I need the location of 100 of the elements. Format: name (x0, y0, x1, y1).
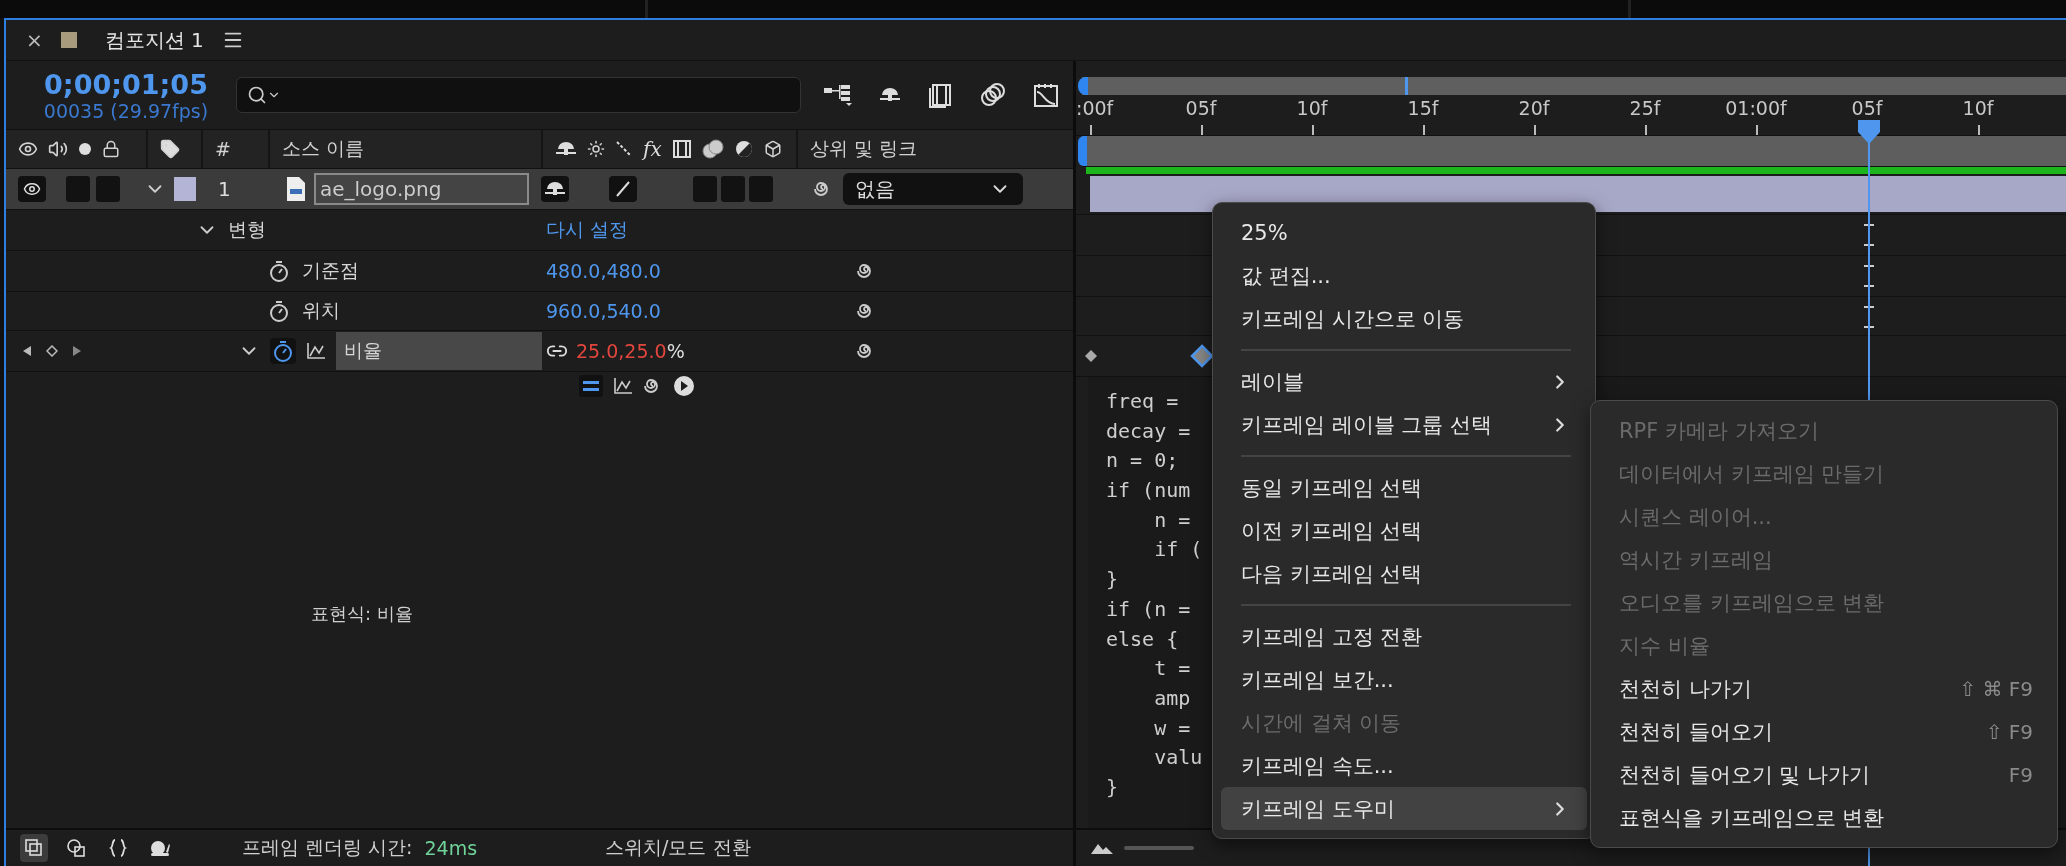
menu-item[interactable]: 키프레임 도우미 (1221, 787, 1587, 830)
cube-icon (763, 140, 782, 158)
keyframe-icon[interactable] (1084, 349, 1098, 363)
menu-item[interactable]: 이전 키프레임 선택 (1221, 509, 1587, 552)
property-name[interactable]: 변형 (228, 217, 266, 243)
stopwatch-icon[interactable] (270, 338, 296, 364)
keyframe-icon[interactable] (1190, 344, 1214, 368)
column-header: # (215, 138, 231, 160)
switch-mode-toggle[interactable]: 스위치/모드 전환 (605, 835, 751, 861)
shy-switch[interactable] (541, 176, 569, 202)
tag-icon[interactable] (160, 139, 180, 159)
blend-icon (66, 838, 86, 858)
frame-count: 00035 (29.97fps) (43, 99, 209, 122)
code-line: else { (1106, 625, 1179, 653)
eye-icon[interactable] (18, 139, 38, 159)
layer-row[interactable]: 1 ae_logo.png 없음 (6, 169, 1073, 210)
reset-link[interactable]: 다시 설정 (546, 217, 629, 243)
switch-box[interactable] (693, 176, 717, 202)
visibility-toggle[interactable] (18, 176, 46, 202)
quality-switch[interactable] (609, 176, 637, 202)
menu-item[interactable]: 다음 키프레임 선택 (1221, 552, 1587, 595)
half-circle-icon (733, 139, 754, 159)
graph-icon[interactable] (306, 342, 326, 360)
previous-keyframe-icon[interactable] (22, 345, 32, 357)
shortcut-label: F9 (2008, 762, 2033, 787)
code-line: if (n = (1106, 595, 1191, 623)
menu-item[interactable]: 키프레임 속도... (1221, 744, 1587, 787)
property-value[interactable]: 960.0,540.0 (546, 300, 661, 322)
layers-icon (24, 838, 44, 858)
switch-box[interactable] (749, 176, 773, 202)
keyframe-diamond-icon[interactable] (46, 345, 58, 357)
shy-layers-icon[interactable] (879, 86, 901, 104)
shy-icon (544, 180, 566, 198)
menu-item[interactable]: 키프레임 보간... (1221, 658, 1587, 701)
menu-item[interactable]: 25% (1221, 211, 1587, 254)
menu-item[interactable]: 천천히 나가기 ⇧ ⌘ F9 (1599, 667, 2049, 710)
layer-name-field[interactable]: ae_logo.png (314, 173, 529, 205)
label-swatch[interactable] (174, 177, 196, 201)
graph-editor-icon[interactable] (1033, 82, 1059, 108)
shy-icon (555, 140, 577, 158)
ruler-label: 15f (1407, 97, 1439, 119)
expression-label: 표현식: 비율 (311, 602, 413, 626)
switch-box[interactable] (96, 176, 120, 202)
eye-icon (23, 180, 41, 198)
ruler-label: 05f (1851, 97, 1883, 119)
play-circle-icon[interactable] (673, 375, 695, 397)
lock-icon[interactable] (102, 140, 120, 158)
render-time-value: 24ms (424, 837, 478, 859)
ruler-label: 25f (1629, 97, 1661, 119)
menu-item[interactable]: 값 편집... (1221, 254, 1587, 297)
overlapping-circles-icon[interactable] (979, 82, 1007, 108)
search-field[interactable] (236, 77, 801, 113)
ruler-label: 01:00f (1725, 97, 1787, 119)
menu-item[interactable]: 표현식을 키프레임으로 변환 (1599, 796, 2049, 839)
switch-box[interactable] (66, 176, 90, 202)
code-line: t = (1153, 655, 1191, 683)
code-line: decay = (1106, 417, 1191, 445)
dot-icon[interactable] (78, 142, 92, 156)
code-line: if ( (1153, 536, 1203, 564)
shortcut-label: ⇧ ⌘ F9 (1959, 676, 2033, 701)
film-strip-icon[interactable] (927, 82, 953, 108)
close-button[interactable]: × (26, 28, 43, 52)
property-value[interactable]: 25.0,25.0 (576, 340, 667, 362)
code-line: } (1106, 566, 1119, 594)
menu-item[interactable]: 키프레임 고정 전환 (1221, 615, 1587, 658)
parent-dropdown[interactable]: 없음 (843, 173, 1023, 205)
menu-item[interactable]: 키프레임 시간으로 이동 (1221, 297, 1587, 340)
column-header[interactable]: 상위 및 링크 (810, 136, 918, 162)
unit-label: % (666, 340, 685, 362)
code-line: n = 0; (1106, 447, 1179, 475)
menu-item[interactable]: 동일 키프레임 선택 (1221, 466, 1587, 509)
layer-number: 1 (218, 177, 232, 201)
ruler-label: 10f (1962, 97, 1994, 119)
panel-tab-title[interactable]: 컴포지션 1 (104, 26, 204, 54)
graph-icon[interactable] (613, 377, 633, 395)
property-name[interactable]: 위치 (302, 298, 340, 324)
property-name[interactable]: 비율 (336, 332, 542, 370)
next-keyframe-icon[interactable] (72, 345, 82, 357)
sun-icon (587, 140, 605, 158)
render-time-label: 프레임 렌더링 시간: (242, 835, 413, 860)
menu-item[interactable]: 천천히 들어오기 ⇧ F9 (1599, 710, 2049, 753)
code-line: n = (1153, 506, 1191, 534)
menu-item[interactable]: 천천히 들어오기 및 나가기 F9 (1599, 753, 2049, 796)
speaker-icon[interactable] (48, 139, 68, 159)
fx-label: fx (643, 137, 662, 161)
shortcut-label: ⇧ F9 (1985, 719, 2033, 744)
property-value[interactable]: 480.0,480.0 (546, 260, 661, 282)
menu-item[interactable]: 레이블 (1221, 360, 1587, 403)
expression-toggle[interactable] (579, 375, 603, 397)
equals-icon (583, 380, 599, 392)
layers-toggle[interactable] (20, 834, 48, 862)
code-line: w = (1153, 714, 1191, 742)
timecode[interactable]: 0;00;01;05 (44, 68, 208, 100)
slash-icon (615, 140, 633, 158)
flowchart-icon[interactable] (823, 83, 853, 107)
property-name[interactable]: 기준점 (302, 258, 359, 284)
column-header[interactable]: 소스 이름 (282, 136, 365, 162)
switch-box[interactable] (721, 176, 745, 202)
menu-item[interactable]: 키프레임 레이블 그룹 선택 (1221, 403, 1587, 446)
circles-icon (701, 139, 724, 159)
